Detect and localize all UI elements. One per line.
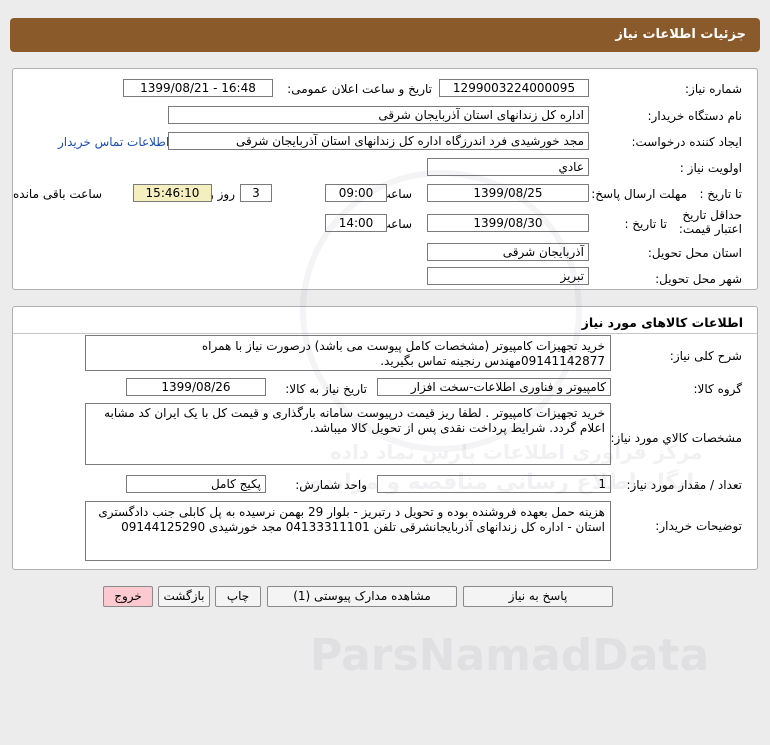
general-desc-field: خرید تجهیزات کامپیوتر (مشخصات کامل پیوست…	[85, 335, 611, 371]
validity-time-field: 14:00	[325, 214, 387, 232]
validity-date-field: 1399/08/30	[427, 214, 589, 232]
requester-field: مجد خورشیدی فرد اندرزگاه اداره کل زندانه…	[168, 132, 589, 150]
province-field: آذربایجان شرقی	[427, 243, 589, 261]
goods-group-label: گروه کالا:	[693, 382, 743, 396]
validity-to-date-label: تا تاریخ :	[624, 217, 667, 231]
unit-label: واحد شمارش:	[295, 478, 367, 492]
view-attachments-button[interactable]: مشاهده مدارک پیوستی (1)	[267, 586, 457, 607]
deadline-to-date-label: تا تاریخ :	[699, 187, 742, 201]
section-divider	[13, 333, 757, 334]
deadline-date-field: 1399/08/25	[427, 184, 589, 202]
goods-section-title: اطلاعات کالاهای مورد نیاز	[581, 315, 743, 330]
goods-panel: اطلاعات کالاهای مورد نیاز شرح کلی نیاز: …	[12, 306, 758, 570]
quantity-label: تعداد / مقدار مورد نیاز:	[626, 478, 742, 492]
goods-spec-field: خرید تجهیزات کامپیوتر . لطفا ریز قیمت در…	[85, 403, 611, 465]
buyer-notes-label: توضیحات خریدار:	[655, 519, 742, 533]
remaining-time-label: ساعت باقی مانده	[13, 187, 103, 201]
city-field: تبریز	[427, 267, 589, 285]
announce-datetime-field: 1399/08/21 - 16:48	[123, 79, 273, 97]
buyer-notes-field: هزینه حمل بعهده فروشنده بوده و تحویل د ر…	[85, 501, 611, 561]
general-desc-label: شرح کلی نیاز:	[669, 349, 742, 363]
need-date-label: تاریخ نیاز به کالا:	[285, 382, 367, 396]
days-remaining-field: 3	[240, 184, 272, 202]
goods-spec-label: مشخصات کالاي مورد نياز:	[610, 431, 742, 445]
unit-field: پکیج کامل	[126, 475, 266, 493]
deadline-label: مهلت ارسال پاسخ:	[591, 187, 687, 201]
quantity-field: 1	[377, 475, 611, 493]
validity-label: حداقل تاریخ اعتبار قیمت:	[678, 208, 742, 236]
goods-group-field: کامپیوتر و فناوری اطلاعات-سخت افزار	[377, 378, 611, 396]
need-info-panel: شماره نیاز: 1299003224000095 تاریخ و ساع…	[12, 68, 758, 290]
page-header: جزئیات اطلاعات نیاز	[10, 18, 760, 52]
buyer-contact-link[interactable]: اطلاعات تماس خریدار	[58, 135, 169, 149]
requester-label: ایجاد کننده درخواست:	[631, 135, 742, 149]
deadline-time-field: 09:00	[325, 184, 387, 202]
priority-label: اولویت نیاز :	[679, 161, 742, 175]
need-number-field: 1299003224000095	[439, 79, 589, 97]
back-button[interactable]: بازگشت	[158, 586, 210, 607]
days-label: روز و	[208, 187, 235, 201]
city-label: شهر محل تحویل:	[655, 272, 742, 286]
need-date-field: 1399/08/26	[126, 378, 266, 396]
reply-button[interactable]: پاسخ به نیاز	[463, 586, 613, 607]
exit-button[interactable]: خروج	[103, 586, 153, 607]
remaining-time-field: 15:46:10	[133, 184, 212, 202]
page-title: جزئیات اطلاعات نیاز	[615, 27, 746, 42]
province-label: استان محل تحویل:	[647, 246, 742, 260]
need-number-label: شماره نیاز:	[685, 82, 742, 96]
buyer-org-label: نام دستگاه خریدار:	[647, 109, 743, 123]
print-button[interactable]: چاپ	[215, 586, 261, 607]
watermark-text-3: ParsNamadData	[310, 630, 710, 681]
announce-datetime-label: تاریخ و ساعت اعلان عمومی:	[287, 82, 432, 96]
priority-field: عادي	[427, 158, 589, 176]
buyer-org-field: اداره کل زندانهای استان آذربایجان شرقی	[168, 106, 589, 124]
